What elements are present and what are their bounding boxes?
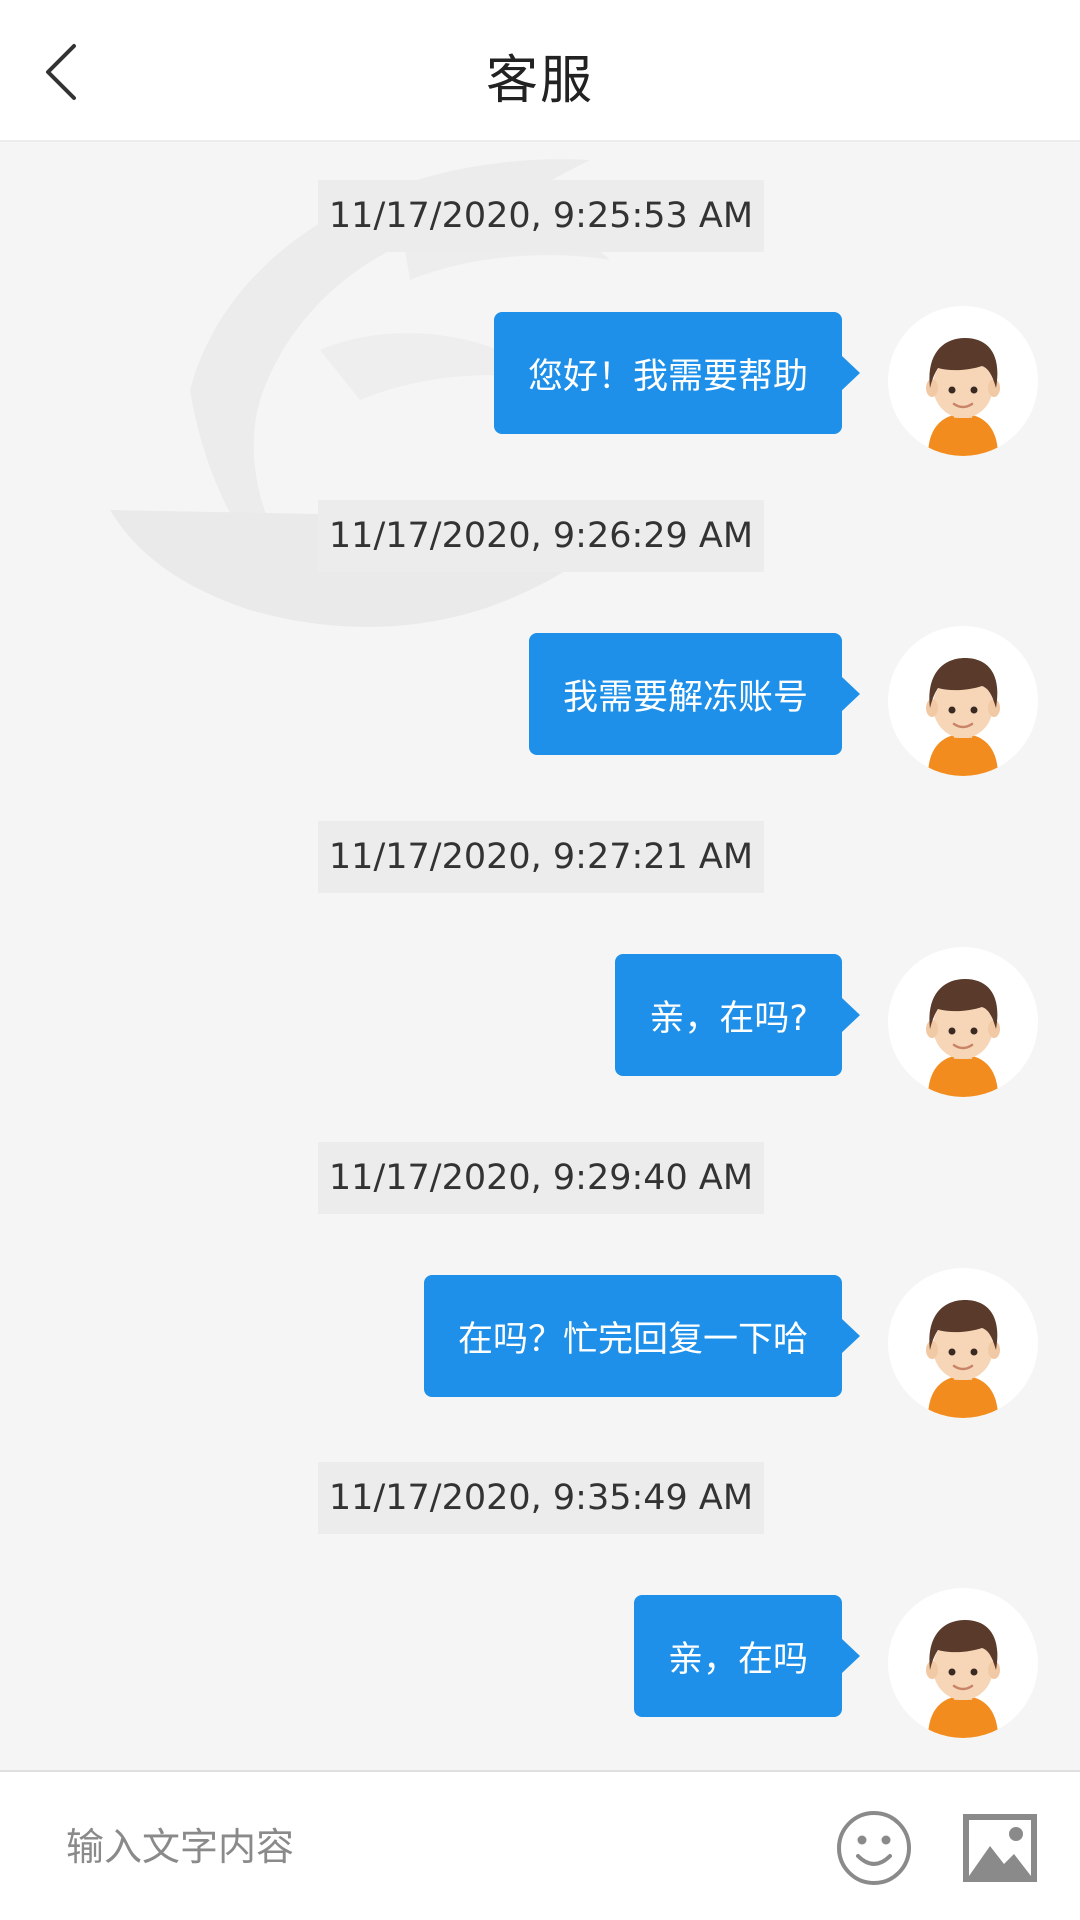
message-timestamp: 11/17/2020, 9:35:49 AM bbox=[318, 1462, 764, 1534]
page-title: 客服 bbox=[485, 51, 594, 111]
image-icon bbox=[963, 1814, 1037, 1882]
message-bubble[interactable]: 亲，在吗 bbox=[633, 1595, 842, 1717]
user-avatar[interactable] bbox=[888, 947, 1038, 1097]
emoji-button[interactable] bbox=[834, 1808, 914, 1888]
message-bubble[interactable]: 在吗？忙完回复一下哈 bbox=[423, 1275, 842, 1397]
message-input[interactable] bbox=[66, 1812, 766, 1882]
smiley-icon bbox=[837, 1811, 911, 1885]
image-button[interactable] bbox=[960, 1808, 1040, 1888]
message-timestamp: 11/17/2020, 9:26:29 AM bbox=[318, 500, 764, 572]
message-timestamp: 11/17/2020, 9:29:40 AM bbox=[318, 1142, 764, 1214]
message-bubble[interactable]: 亲，在吗? bbox=[615, 954, 842, 1076]
user-avatar[interactable] bbox=[888, 626, 1038, 776]
message-input-bar bbox=[0, 1770, 1080, 1920]
message-timestamp: 11/17/2020, 9:25:53 AM bbox=[318, 180, 764, 252]
message-bubble[interactable]: 我需要解冻账号 bbox=[528, 633, 842, 755]
message-timestamp: 11/17/2020, 9:27:21 AM bbox=[318, 821, 764, 893]
user-avatar[interactable] bbox=[888, 306, 1038, 456]
user-avatar[interactable] bbox=[888, 1588, 1038, 1738]
message-list: 11/17/2020, 9:25:53 AM 您好！我需要帮助 11/17/20… bbox=[0, 144, 1080, 1770]
chat-screen: 客服 11/17/2020, 9:25:53 AM 您好！我需要帮助 11/17… bbox=[0, 0, 1080, 1920]
header: 客服 bbox=[0, 0, 1080, 142]
message-bubble[interactable]: 您好！我需要帮助 bbox=[493, 312, 842, 434]
user-avatar[interactable] bbox=[888, 1268, 1038, 1418]
